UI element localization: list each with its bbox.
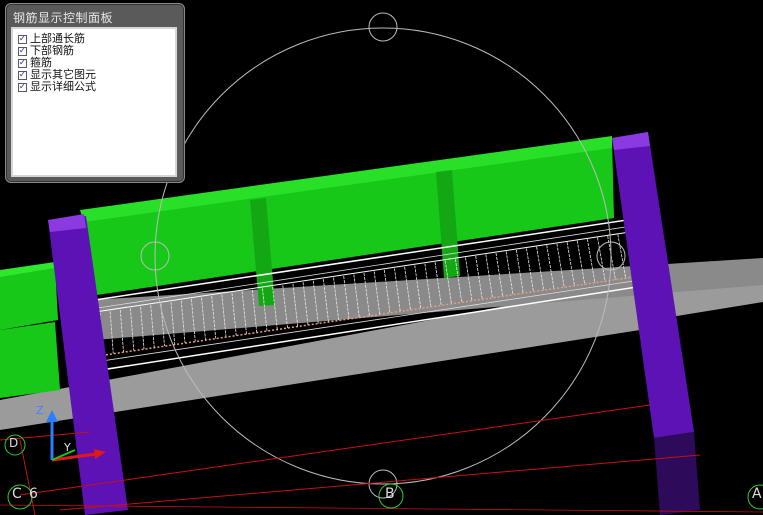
triad-z-label: Z xyxy=(36,404,44,417)
column-right-lower xyxy=(654,432,700,515)
grid-label-c: C xyxy=(12,486,22,502)
rebar-display-control-panel[interactable]: 钢筋显示控制面板 ✓ 上部通长筋 ✓ 下部钢筋 ✓ 箍筋 ✓ 显示其它图元 ✓ … xyxy=(5,3,185,183)
grid-label-6: 6 xyxy=(29,486,38,502)
checkbox-stirrups[interactable]: ✓ xyxy=(18,58,27,68)
rotation-handle-top[interactable] xyxy=(368,12,398,42)
panel-options-list: ✓ 上部通长筋 ✓ 下部钢筋 ✓ 箍筋 ✓ 显示其它图元 ✓ 显示详细公式 xyxy=(11,27,177,177)
green-beam-left-2[interactable] xyxy=(0,322,60,398)
panel-title: 钢筋显示控制面板 xyxy=(13,11,114,25)
checkbox-show-detailed-formula[interactable]: ✓ xyxy=(18,82,27,92)
checkbox-top-continuous-rebar[interactable]: ✓ xyxy=(18,34,27,44)
grid-label-b: B xyxy=(385,486,395,502)
checkbox-show-other-elements[interactable]: ✓ xyxy=(18,70,27,80)
checkbox-bottom-rebar[interactable]: ✓ xyxy=(18,46,27,56)
grid-label-d: D xyxy=(9,436,19,450)
grid-label-a: A xyxy=(752,486,762,502)
triad-y-label: Y xyxy=(64,441,71,454)
option-show-detailed-formula[interactable]: ✓ 显示详细公式 xyxy=(18,81,175,93)
option-label: 显示详细公式 xyxy=(30,80,96,93)
